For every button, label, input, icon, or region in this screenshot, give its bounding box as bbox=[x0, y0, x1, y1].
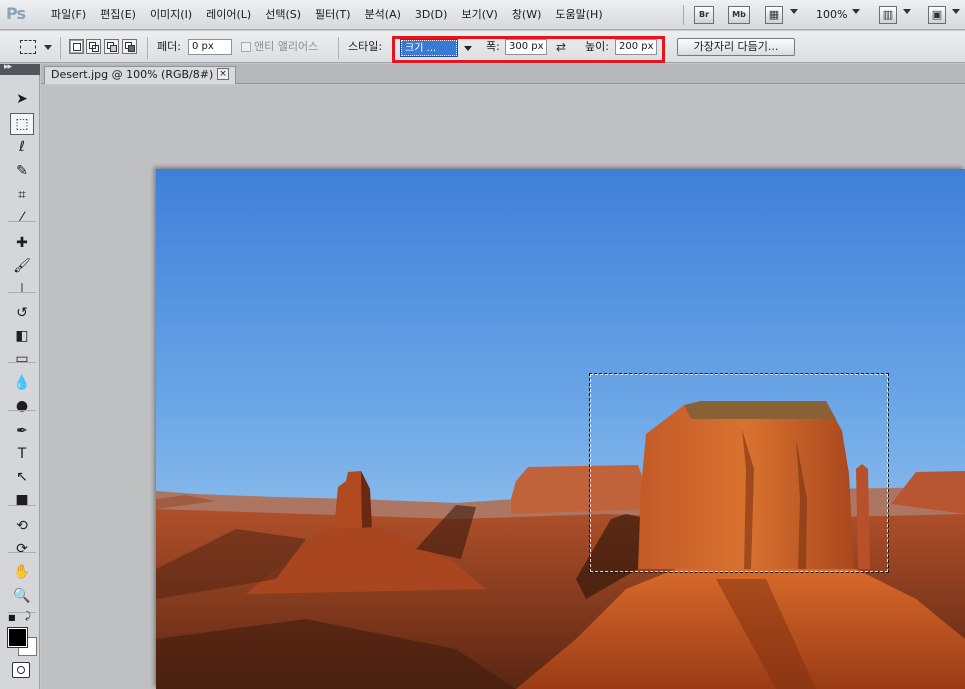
blur-tool[interactable]: 💧 bbox=[10, 372, 34, 394]
photoshop-logo: Ps bbox=[6, 4, 26, 23]
options-separator bbox=[338, 37, 339, 59]
healing-brush-tool[interactable]: ✚ bbox=[10, 232, 34, 254]
eraser-tool[interactable]: ◧ bbox=[10, 325, 34, 347]
expand-panel-icon[interactable]: ▸▸ bbox=[4, 62, 12, 72]
menu-item-1[interactable]: 편집(E) bbox=[93, 0, 143, 30]
gradient-tool[interactable]: ▭ bbox=[10, 348, 34, 370]
document-tab[interactable]: Desert.jpg @ 100% (RGB/8#) * bbox=[44, 66, 236, 84]
zoom-level-select[interactable]: 100% bbox=[816, 0, 847, 30]
menu-item-6[interactable]: 분석(A) bbox=[358, 0, 408, 30]
menu-separator bbox=[683, 5, 684, 25]
add-to-selection-button[interactable] bbox=[86, 39, 101, 54]
menu-bar: Ps 파일(F) 편집(E) 이미지(I) 레이어(L) 선택(S) 필터(T) 분석(A)… bbox=[0, 0, 965, 30]
move-tool[interactable]: ➤ bbox=[10, 88, 34, 110]
style-select[interactable]: 크기 ... bbox=[400, 39, 458, 57]
tool-separator bbox=[8, 221, 36, 222]
tool-separator bbox=[8, 362, 36, 363]
lasso-tool[interactable]: ℓ bbox=[10, 136, 34, 158]
refine-edge-button[interactable]: 가장자리 다듬기... bbox=[677, 38, 795, 56]
style-label: 스타일: bbox=[348, 40, 383, 53]
subtract-from-selection-button[interactable] bbox=[104, 39, 119, 54]
menu-item-10[interactable]: 도움말(H) bbox=[548, 0, 609, 30]
tools-panel-header[interactable]: ▸▸ bbox=[0, 62, 40, 75]
quick-selection-tool[interactable]: ✎ bbox=[10, 160, 34, 182]
quick-mask-icon[interactable] bbox=[12, 662, 30, 678]
hand-tool[interactable]: ✋ bbox=[10, 561, 34, 583]
antialias-label: 앤티 앨리어스 bbox=[254, 40, 319, 53]
3d-rotate-tool[interactable]: ⟲ bbox=[10, 515, 34, 537]
arrange-documents-button[interactable]: ▥ bbox=[879, 6, 897, 24]
screen-mode-dropdown-icon[interactable] bbox=[952, 9, 960, 14]
feather-input[interactable]: 0 px bbox=[188, 39, 232, 55]
eyedropper-tool[interactable]: ⁄ bbox=[10, 207, 34, 229]
view-extras-dropdown-icon[interactable] bbox=[790, 9, 798, 14]
zoom-dropdown-icon[interactable] bbox=[852, 9, 860, 14]
new-selection-button[interactable] bbox=[69, 39, 84, 54]
tool-separator bbox=[8, 410, 36, 411]
options-separator bbox=[60, 37, 61, 59]
feather-label: 페더: bbox=[157, 40, 181, 53]
brush-tool[interactable]: 🖌 bbox=[10, 255, 34, 277]
tool-separator bbox=[8, 552, 36, 553]
zoom-tool[interactable]: 🔍 bbox=[10, 585, 34, 607]
view-extras-button[interactable]: ▦ bbox=[765, 6, 783, 24]
type-tool[interactable]: T bbox=[10, 443, 34, 465]
close-tab-icon[interactable]: × bbox=[217, 68, 229, 80]
dodge-tool[interactable]: ● bbox=[10, 395, 34, 417]
tool-preset-icon[interactable] bbox=[20, 40, 36, 54]
tools-panel: ▸▸ ➤ ⬚ ℓ ✎ ⌗ ⁄ ✚ 🖌 ⊥ ↺ ◧ ▭ 💧 ● ✒ T ↖ ■ ⟲ ⟳ ✋ 🔍 bbox=[0, 62, 40, 689]
menu-item-7[interactable]: 3D(D) bbox=[408, 0, 455, 30]
menu-list: 파일(F) 편집(E) 이미지(I) 레이어(L) 선택(S) 필터(T) 분석(A) 3D(… bbox=[44, 0, 610, 30]
tool-separator bbox=[8, 505, 36, 506]
swap-colors-icon[interactable]: ⤸ bbox=[25, 611, 31, 622]
history-brush-tool[interactable]: ↺ bbox=[10, 302, 34, 324]
menu-item-5[interactable]: 필터(T) bbox=[308, 0, 358, 30]
screen-mode-button[interactable]: ▣ bbox=[928, 6, 946, 24]
tool-separator bbox=[8, 292, 36, 293]
menu-item-9[interactable]: 창(W) bbox=[505, 0, 549, 30]
style-dropdown-icon[interactable] bbox=[464, 46, 472, 51]
menu-item-4[interactable]: 선택(S) bbox=[258, 0, 308, 30]
shape-tool[interactable]: ■ bbox=[10, 489, 34, 511]
arrange-dropdown-icon[interactable] bbox=[903, 9, 911, 14]
antialias-checkbox[interactable] bbox=[241, 42, 251, 52]
bridge-button[interactable]: Br bbox=[694, 6, 714, 24]
menu-item-8[interactable]: 보기(V) bbox=[454, 0, 504, 30]
menu-item-3[interactable]: 레이어(L) bbox=[199, 0, 258, 30]
menu-item-0[interactable]: 파일(F) bbox=[44, 0, 93, 30]
foreground-color-swatch[interactable] bbox=[7, 627, 28, 648]
options-separator bbox=[147, 37, 148, 59]
swap-width-height-icon[interactable]: ⇄ bbox=[556, 40, 566, 54]
intersect-selection-button[interactable] bbox=[122, 39, 137, 54]
3d-orbit-tool[interactable]: ⟳ bbox=[10, 538, 34, 560]
rectangular-marquee-tool[interactable]: ⬚ bbox=[10, 113, 34, 135]
path-selection-tool[interactable]: ↖ bbox=[10, 466, 34, 488]
tool-preset-dropdown-icon[interactable] bbox=[44, 45, 52, 50]
clone-stamp-tool[interactable]: ⊥ bbox=[10, 278, 34, 300]
document-tab-bar: Desert.jpg @ 100% (RGB/8#) * bbox=[41, 64, 965, 84]
selection-marquee[interactable] bbox=[589, 373, 889, 573]
mini-bridge-button[interactable]: Mb bbox=[728, 6, 750, 24]
default-colors-icon[interactable]: ■ bbox=[8, 613, 16, 622]
menu-item-2[interactable]: 이미지(I) bbox=[143, 0, 199, 30]
pen-tool[interactable]: ✒ bbox=[10, 420, 34, 442]
crop-tool[interactable]: ⌗ bbox=[10, 184, 34, 206]
